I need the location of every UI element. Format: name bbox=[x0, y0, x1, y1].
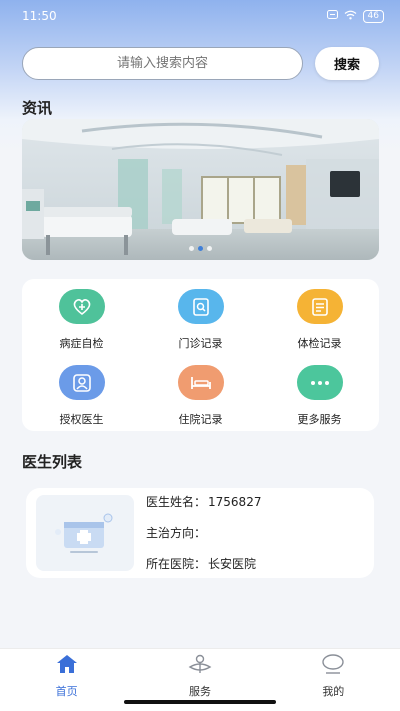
service-label: 门诊记录 bbox=[178, 337, 223, 350]
service-grid: 病症自检 门诊记录 体检记录 授权医生 住院记录 更多服务 bbox=[22, 279, 379, 431]
service-label: 授权医生 bbox=[59, 413, 104, 426]
doctor-hospital: 长安医院 bbox=[208, 557, 257, 571]
tab-label: 首页 bbox=[55, 685, 78, 698]
doctor-list-title: 医生列表 bbox=[22, 453, 83, 471]
service-item-self-check[interactable]: 病症自检 bbox=[22, 279, 141, 355]
medical-kit-illustration bbox=[55, 513, 113, 553]
doctor-name: 1756827 bbox=[208, 495, 262, 509]
tab-profile[interactable]: 我的 bbox=[267, 649, 400, 711]
search-button[interactable]: 搜索 bbox=[315, 47, 379, 80]
status-time: 11:50 bbox=[22, 9, 57, 23]
service-item-hospital-record[interactable]: 住院记录 bbox=[141, 355, 260, 431]
banner-dot-active[interactable] bbox=[198, 246, 203, 251]
doctor-hospital-label: 所在医院： bbox=[146, 557, 207, 571]
profile-icon bbox=[321, 653, 345, 679]
service-label: 病症自检 bbox=[59, 337, 104, 350]
health-check-icon bbox=[58, 289, 105, 324]
hospital-bed-icon bbox=[177, 365, 224, 400]
banner-dot[interactable] bbox=[189, 246, 194, 251]
service-item-clinic-record[interactable]: 门诊记录 bbox=[141, 279, 260, 355]
doctor-direction-row: 主治方向： bbox=[146, 526, 261, 540]
service-item-exam-record[interactable]: 体检记录 bbox=[260, 279, 379, 355]
more-icon bbox=[296, 365, 343, 400]
hospital-ward-image bbox=[22, 119, 379, 260]
alarm-icon bbox=[326, 10, 338, 22]
doctor-auth-icon bbox=[58, 365, 105, 400]
news-banner[interactable] bbox=[22, 119, 379, 260]
status-icons: 46 bbox=[326, 9, 384, 23]
banner-pagination bbox=[22, 246, 379, 251]
home-icon bbox=[55, 653, 79, 679]
clinic-record-icon bbox=[177, 289, 224, 324]
doctor-hospital-row: 所在医院： 长安医院 bbox=[146, 557, 261, 571]
service-item-authorize-doctor[interactable]: 授权医生 bbox=[22, 355, 141, 431]
home-indicator bbox=[124, 700, 276, 704]
search-bar: 搜索 bbox=[22, 47, 380, 80]
exam-record-icon bbox=[296, 289, 343, 324]
service-icon bbox=[187, 653, 213, 679]
battery-icon: 46 bbox=[362, 9, 384, 23]
tab-home[interactable]: 首页 bbox=[0, 649, 133, 711]
doctor-direction-label: 主治方向： bbox=[146, 526, 207, 540]
status-bar: 11:50 46 bbox=[0, 0, 400, 32]
doctor-name-row: 医生姓名： 1756827 bbox=[146, 495, 261, 509]
service-label: 体检记录 bbox=[297, 337, 342, 350]
wifi-icon bbox=[344, 10, 357, 23]
doctor-card[interactable]: 医生姓名： 1756827 主治方向： 所在医院： 长安医院 bbox=[26, 488, 374, 578]
news-section-title: 资讯 bbox=[22, 99, 53, 117]
doctor-thumbnail bbox=[36, 495, 134, 571]
banner-dot[interactable] bbox=[207, 246, 212, 251]
service-label: 住院记录 bbox=[178, 413, 223, 426]
service-label: 更多服务 bbox=[297, 413, 342, 426]
doctor-info: 医生姓名： 1756827 主治方向： 所在医院： 长安医院 bbox=[146, 495, 261, 571]
service-item-more[interactable]: 更多服务 bbox=[260, 355, 379, 431]
doctor-name-label: 医生姓名： bbox=[146, 495, 207, 509]
tab-label: 我的 bbox=[322, 685, 345, 698]
search-input[interactable] bbox=[22, 47, 303, 80]
tab-label: 服务 bbox=[188, 685, 211, 698]
